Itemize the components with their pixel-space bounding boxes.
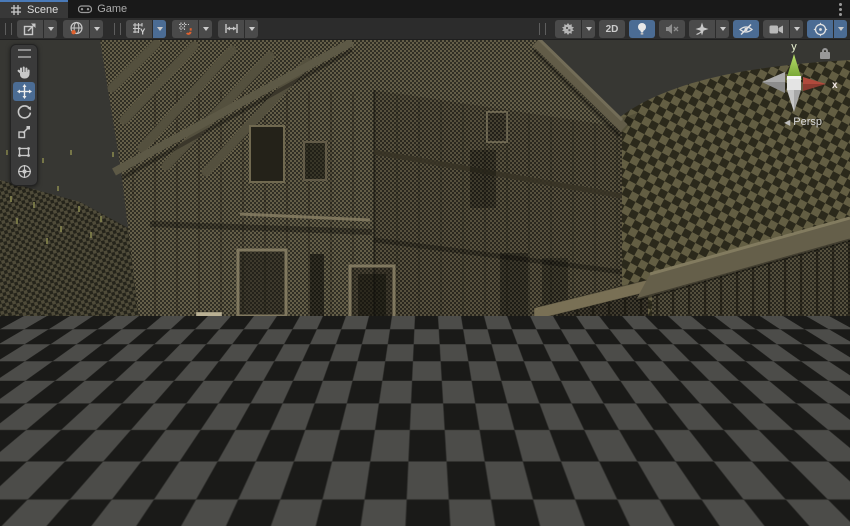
unity-scene-view-window: Scene Game: [0, 0, 850, 526]
grid-axis-label: Y: [140, 28, 146, 37]
scene-lighting-toggle[interactable]: [629, 20, 655, 38]
view-hand-tool[interactable]: [13, 62, 35, 81]
orientation-global-button[interactable]: [63, 20, 89, 38]
grid-snapping-dropdown[interactable]: [199, 20, 212, 38]
tab-game[interactable]: Game: [68, 0, 137, 18]
globe-global-icon: [69, 21, 84, 36]
pivot-center-icon: [23, 22, 37, 36]
audio-toggle[interactable]: [659, 20, 685, 38]
orientation-dropdown[interactable]: [90, 20, 103, 38]
grid-icon: [10, 4, 22, 16]
scene-viewport[interactable]: y x ◀ Persp: [0, 40, 850, 526]
snap-increment-group: [218, 20, 258, 38]
transform-tool[interactable]: [13, 162, 35, 181]
gamepad-icon: [78, 4, 92, 14]
lightbulb-icon: [636, 22, 648, 36]
grid-snapping-group: [172, 20, 212, 38]
tool-settings-overlay: [17, 20, 57, 38]
grid-visibility-dropdown[interactable]: [153, 20, 166, 38]
move-tool[interactable]: [13, 82, 35, 101]
tab-scene[interactable]: Scene: [0, 0, 68, 18]
grid-snap-magnet-icon: [178, 21, 193, 36]
panel-menu-button[interactable]: [836, 3, 844, 16]
grid-snapping-button[interactable]: [172, 20, 198, 38]
shaded-sphere-icon: [561, 22, 575, 36]
snap-increment-button[interactable]: [218, 20, 244, 38]
draw-mode-button[interactable]: [555, 20, 581, 38]
overlay-drag-handle[interactable]: [114, 23, 121, 35]
gizmos-group: [807, 20, 847, 38]
camera-dropdown[interactable]: [790, 20, 803, 38]
orientation-group: [63, 20, 103, 38]
scene-visibility-toggle[interactable]: [733, 20, 759, 38]
grid-axis-icon: Y: [132, 21, 147, 36]
pivot-center-button[interactable]: [17, 20, 43, 38]
tab-game-label: Game: [97, 3, 127, 15]
gizmo-compass-icon: [813, 22, 828, 37]
rotate-icon: [17, 104, 32, 119]
effects-button[interactable]: [689, 20, 715, 38]
2d-toggle[interactable]: 2D: [599, 20, 625, 38]
scale-icon: [17, 125, 31, 139]
draw-mode-dropdown[interactable]: [582, 20, 595, 38]
overlay-drag-handle[interactable]: [5, 23, 12, 35]
tool-palette-overlay: [10, 44, 38, 186]
transform-icon: [17, 164, 32, 179]
rect-icon: [17, 145, 31, 159]
effects-dropdown[interactable]: [716, 20, 729, 38]
eye-slash-icon: [738, 23, 754, 36]
camera-group: [763, 20, 803, 38]
gizmos-dropdown[interactable]: [834, 20, 847, 38]
rect-tool[interactable]: [13, 142, 35, 161]
gizmos-button[interactable]: [807, 20, 833, 38]
pivot-dropdown[interactable]: [44, 20, 57, 38]
snap-increment-dropdown[interactable]: [245, 20, 258, 38]
crate: [196, 312, 222, 334]
camera-settings-button[interactable]: [763, 20, 789, 38]
grid-visibility-button[interactable]: Y: [126, 20, 152, 38]
view-options-overlay: 2D: [534, 20, 847, 38]
fx-star-icon: [695, 22, 709, 36]
palette-drag-handle[interactable]: [18, 49, 31, 58]
scene-toolbar: Y: [0, 18, 850, 40]
hand-icon: [17, 65, 31, 79]
snap-increment-icon: [224, 22, 239, 35]
scale-tool[interactable]: [13, 122, 35, 141]
rotate-tool[interactable]: [13, 102, 35, 121]
tab-scene-label: Scene: [27, 4, 58, 16]
effects-group: [689, 20, 729, 38]
speaker-muted-icon: [665, 23, 679, 35]
camera-icon: [769, 24, 784, 35]
grid-visibility-group: Y: [126, 20, 166, 38]
tab-bar: Scene Game: [0, 0, 850, 18]
draw-mode-group: [555, 20, 595, 38]
overlay-drag-handle[interactable]: [539, 23, 546, 35]
2d-toggle-label: 2D: [606, 24, 619, 35]
scene-render[interactable]: [0, 40, 850, 526]
move-icon: [17, 84, 32, 99]
curved-wall: [34, 346, 510, 466]
